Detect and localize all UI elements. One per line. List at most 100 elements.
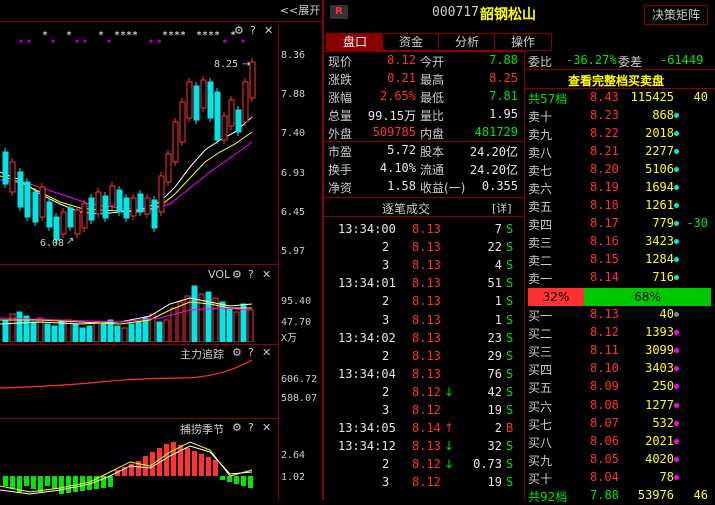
tick-time: 13:34:12 xyxy=(338,439,396,454)
book-price[interactable]: 8.10 xyxy=(590,361,619,375)
histogram-bar xyxy=(45,476,50,486)
candle xyxy=(17,171,24,208)
quote-label: 最高 xyxy=(420,73,445,87)
tick-time: 2 xyxy=(382,384,390,399)
quote-label: 涨跌 xyxy=(328,73,353,87)
candlestick-chart[interactable]: * * ** ** ** ***** * * **** **** ** * 8.25 … xyxy=(0,22,278,262)
level-dot-icon xyxy=(674,366,679,372)
book-price[interactable]: 8.19 xyxy=(590,180,619,194)
tab-zijin[interactable]: 资金 xyxy=(382,33,440,51)
book-volume: 115425 xyxy=(630,90,674,104)
tick-time: 2 xyxy=(382,348,390,363)
tick-side: B xyxy=(506,421,514,436)
book-volume: 868 xyxy=(652,108,674,122)
book-volume: 779 xyxy=(652,216,674,230)
tick-volume: 22 xyxy=(487,240,502,255)
book-price[interactable]: 8.05 xyxy=(590,452,619,466)
book-price[interactable]: 8.20 xyxy=(590,162,619,176)
tab-fenxi[interactable]: 分析 xyxy=(438,33,496,51)
zhuli-chart[interactable] xyxy=(0,358,278,416)
book-price[interactable]: 8.06 xyxy=(590,434,619,448)
book-price[interactable]: 8.21 xyxy=(590,144,619,158)
book-level-label: 买十 xyxy=(528,471,553,486)
axis-tick: 6.45 xyxy=(281,207,306,218)
weibi-label: 委比 xyxy=(528,55,553,69)
book-price[interactable]: 8.23 xyxy=(590,108,619,122)
tick-time: 2 xyxy=(382,457,390,472)
histogram-bar xyxy=(66,476,71,493)
histogram-bar xyxy=(59,476,64,494)
volume-bar xyxy=(30,321,37,342)
candle xyxy=(130,197,137,217)
book-price[interactable]: 8.11 xyxy=(590,343,619,357)
level-dot-icon xyxy=(674,384,679,390)
histogram-bar xyxy=(199,454,204,476)
svg-text:*: * xyxy=(74,38,80,49)
tick-time: 3 xyxy=(382,475,390,490)
candle xyxy=(137,193,144,213)
ticks-title: 逐笔成交 xyxy=(382,202,431,216)
book-volume: 40 xyxy=(659,307,674,321)
candle xyxy=(249,61,256,99)
book-price[interactable]: 8.43 xyxy=(590,90,619,104)
book-price[interactable]: 8.04 xyxy=(590,470,619,484)
book-price[interactable]: 8.18 xyxy=(590,198,619,212)
volume-bar xyxy=(72,323,79,342)
axis-tick: 1.02 xyxy=(281,472,306,483)
book-price[interactable]: 8.22 xyxy=(590,126,619,140)
book-price[interactable]: 8.15 xyxy=(590,252,619,266)
tab-pankou[interactable]: 盘口 xyxy=(326,33,384,51)
tick-side: S xyxy=(506,294,514,309)
book-price[interactable]: 8.17 xyxy=(590,216,619,230)
tab-caozuo[interactable]: 操作 xyxy=(494,33,552,51)
tick-price: 8.13 xyxy=(412,439,441,454)
candle xyxy=(179,101,186,143)
quote-value: 0.21 xyxy=(387,71,416,85)
book-volume: 250 xyxy=(652,379,674,394)
tick-side: S xyxy=(506,276,514,291)
quote-label: 现价 xyxy=(328,55,353,69)
book-price[interactable]: 8.09 xyxy=(590,379,619,393)
tick-side: S xyxy=(506,312,514,327)
svg-text:→: → xyxy=(242,59,250,70)
tick-price: 8.13 xyxy=(412,294,441,309)
book-price[interactable]: 8.14 xyxy=(590,270,619,284)
tick-price: 8.12 xyxy=(412,403,441,417)
volume-bar xyxy=(79,327,86,342)
ticks-detail-link[interactable]: [详] xyxy=(492,200,512,216)
expand-button[interactable]: <<展开 xyxy=(278,2,322,20)
axis-tick: 6.93 xyxy=(281,168,306,179)
histogram-bar xyxy=(206,457,211,476)
volume-bar xyxy=(128,323,135,342)
tick-side: S xyxy=(506,439,514,454)
book-level-label: 买五 xyxy=(528,381,553,396)
level-dot-icon xyxy=(674,275,679,280)
histogram-bar xyxy=(108,476,113,487)
histogram-bar xyxy=(38,476,43,492)
volume-bar xyxy=(163,319,170,342)
tick-volume: 1 xyxy=(494,294,502,309)
quote-label: 外盘 xyxy=(328,127,353,141)
tick-price: 8.14 xyxy=(412,421,441,436)
stat-value: 0.355 xyxy=(481,179,518,193)
weicha-value: -61449 xyxy=(660,53,704,67)
decision-matrix-button[interactable]: 决策矩阵 xyxy=(644,5,708,25)
level-dot-icon xyxy=(674,420,679,426)
book-price[interactable]: 8.08 xyxy=(590,398,619,412)
book-price[interactable]: 8.16 xyxy=(590,234,619,248)
book-level-label: 买八 xyxy=(528,435,553,450)
buhuo-chart[interactable] xyxy=(0,432,278,500)
quote-label: 量比 xyxy=(420,109,445,123)
book-volume: 1261 xyxy=(645,198,674,212)
book-extra: -30 xyxy=(686,216,708,230)
kline-chart-area[interactable]: <<展开 ⚙ ? ✕ 8.36 7.88 7.40 6.93 6.45 5.97… xyxy=(0,0,323,500)
candle xyxy=(207,81,214,119)
volume-chart[interactable] xyxy=(0,280,278,342)
book-price[interactable]: 8.07 xyxy=(590,416,619,430)
full-book-link[interactable]: 查看完整档买卖盘 xyxy=(568,72,664,89)
book-price[interactable]: 8.13 xyxy=(590,307,619,321)
book-price[interactable]: 8.12 xyxy=(590,325,619,339)
level-dot-icon xyxy=(674,456,679,462)
candle xyxy=(46,201,53,228)
candle xyxy=(228,99,235,127)
